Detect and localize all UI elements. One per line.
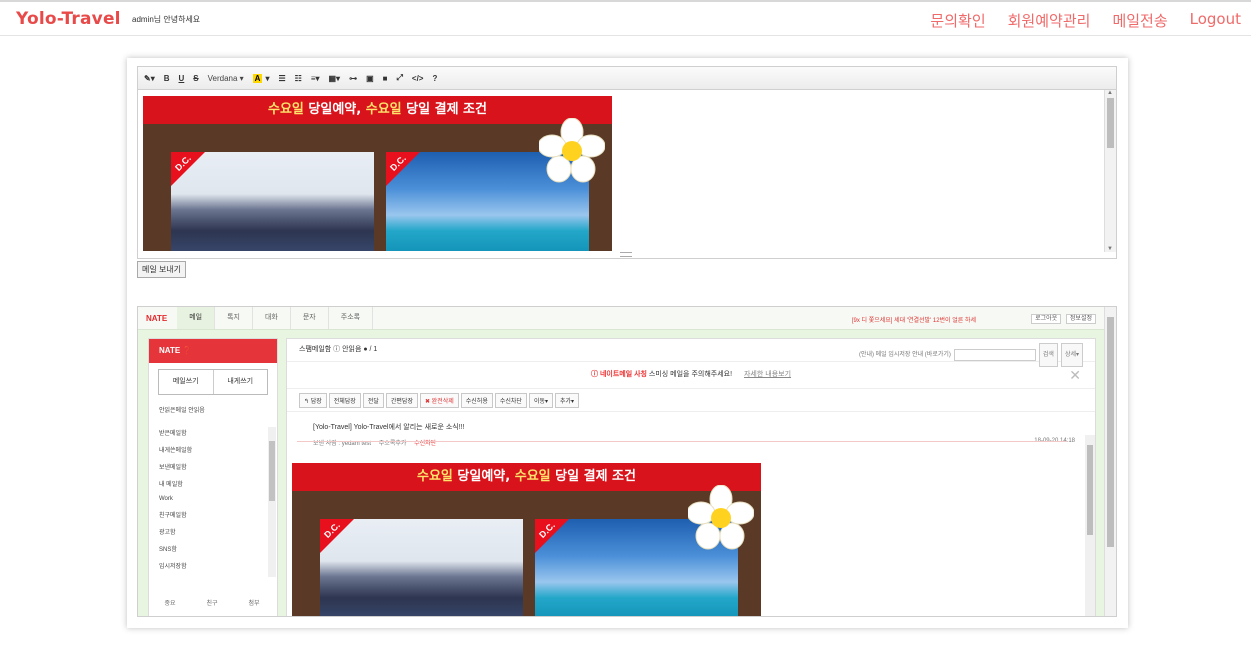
delete-button[interactable]: ✖ 완전삭제 — [419, 392, 459, 408]
webmail-preview: NATE 메일 톡지 대화 문자 주소록 [9x 디 쫓으세요] 세대 '연결선… — [137, 306, 1117, 617]
folder-sent[interactable]: 보낸메일함 — [149, 458, 277, 475]
editor-resize-handle[interactable] — [620, 252, 632, 257]
tab-contacts[interactable]: 주소록 — [329, 307, 374, 329]
nav-logout[interactable]: Logout — [1190, 10, 1241, 31]
search-input[interactable] — [953, 349, 1036, 361]
main-card: ✎▾ B U S Verdana ▾ A ▾ ☰ ☷ ≡▾ ▦▾ ⊶ ▣ ■ ⤢… — [127, 58, 1128, 628]
promo-text[interactable]: [9x 디 쫓으세요] 세대 '연결선발' 12번이 얼른 하세 — [852, 315, 976, 324]
sidebar-scrollbar[interactable] — [268, 427, 276, 577]
fullscreen-icon[interactable]: ⤢ — [396, 73, 402, 83]
align-icon[interactable]: ≡▾ — [311, 74, 320, 83]
webmail-scrollbar[interactable] — [1104, 307, 1116, 616]
folder-inbox[interactable]: 받은메일함 — [149, 424, 277, 441]
tab-chat[interactable]: 대화 — [253, 307, 291, 329]
sidebar-header: NATE ❓ — [149, 339, 277, 363]
close-icon[interactable]: ✕ — [1069, 362, 1081, 388]
table-icon[interactable]: ▦▾ — [329, 74, 341, 83]
webmail-body: NATE ❓ 메일쓰기 내게쓰기 안읽은메일 안읽음 받은메일함 내게쓴메일함 … — [138, 330, 1104, 616]
warning-details-link[interactable]: 자세한 내용보기 — [744, 371, 791, 378]
reply-all-button[interactable]: 전체답장 — [328, 392, 361, 408]
quick-reply-button[interactable]: 간편답장 — [385, 392, 418, 408]
webmail-sidebar: NATE ❓ 메일쓰기 내게쓰기 안읽은메일 안읽음 받은메일함 내게쓴메일함 … — [148, 338, 278, 616]
warning-icon: ⓘ — [590, 371, 600, 378]
reply-button[interactable]: ↰ 답장 — [299, 392, 327, 408]
strike-button[interactable]: S — [193, 74, 198, 83]
folder-title: 스팸메일함 ⓘ 안읽음 ● / 1 — [299, 346, 378, 353]
editor-content[interactable]: 수요일 당일예약, 수요일 당일 결제 조건 D.C. D.C. — [138, 90, 1104, 251]
mail-city-photo: D.C. — [320, 519, 523, 616]
filter-friends[interactable]: 친구 — [206, 598, 217, 607]
phishing-warning: ⓘ 네이트메일 사칭 스미싱 메일을 주의해주세요! 자세한 내용보기 ✕ — [287, 362, 1095, 389]
settings-mini-button[interactable]: 정보설정 — [1065, 314, 1096, 324]
folder-sns[interactable]: SNS함 — [149, 540, 277, 557]
flower-icon — [688, 485, 754, 550]
nav-send-mail[interactable]: 메일전송 — [1112, 10, 1167, 31]
flower-icon — [539, 118, 605, 183]
folder-ads[interactable]: 광고함 — [149, 523, 277, 540]
bold-button[interactable]: B — [164, 74, 170, 83]
folder-self[interactable]: 내게쓴메일함 — [149, 441, 277, 458]
mail-content: 스팸메일함 ⓘ 안읽음 ● / 1 (안내) 메일 임시저장 안내 (바로가기)… — [286, 338, 1096, 616]
mail-subject: [Yolo-Travel] Yolo-Travel에서 알리는 새로운 소식!!… — [313, 424, 465, 431]
top-nav: Yolo-Travel admin님 안녕하세요 문의확인 회원예약관리 메일전… — [0, 0, 1251, 36]
brand-logo[interactable]: Yolo-Travel — [16, 9, 121, 29]
video-icon[interactable]: ■ — [383, 74, 388, 83]
rich-text-editor: ✎▾ B U S Verdana ▾ A ▾ ☰ ☷ ≡▾ ▦▾ ⊶ ▣ ■ ⤢… — [137, 66, 1117, 259]
city-photo: D.C. — [171, 152, 374, 251]
tab-mail[interactable]: 메일 — [177, 307, 216, 329]
forward-button[interactable]: 전달 — [362, 392, 384, 408]
nav-menu: 문의확인 회원예약관리 메일전송 Logout — [908, 10, 1241, 31]
filter-attachment[interactable]: 첨부 — [248, 598, 259, 607]
filter-important[interactable]: 중요 — [164, 598, 175, 607]
link-icon[interactable]: ⊶ — [349, 74, 357, 83]
send-mail-button[interactable]: 메일 보내기 — [137, 261, 187, 278]
folder-friends[interactable]: 친구메일함 — [149, 506, 277, 523]
promo-banner-image: 수요일 당일예약, 수요일 당일 결제 조건 D.C. D.C. — [143, 96, 612, 251]
folder-drafts[interactable]: 임시저장함 — [149, 557, 277, 574]
image-icon[interactable]: ▣ — [366, 74, 374, 83]
ordered-list-icon[interactable]: ☷ — [295, 74, 302, 83]
add-button[interactable]: 추가▾ — [555, 392, 580, 408]
underline-button[interactable]: U — [179, 74, 185, 83]
unordered-list-icon[interactable]: ☰ — [278, 74, 285, 83]
font-color-dropdown[interactable]: ▾ — [265, 74, 269, 83]
editor-scrollbar[interactable]: ▲ ▼ — [1104, 90, 1116, 252]
code-view-icon[interactable]: </> — [412, 74, 424, 83]
mail-scrollbar[interactable] — [1085, 435, 1095, 616]
editor-toolbar: ✎▾ B U S Verdana ▾ A ▾ ☰ ☷ ≡▾ ▦▾ ⊶ ▣ ■ ⤢… — [138, 67, 1116, 90]
mail-sender-line: 보낸 사람 : yedam test 주소록추가 수신차단 18-09-20 1… — [313, 438, 1075, 447]
folder-work[interactable]: Work — [149, 492, 277, 506]
help-icon[interactable]: ? — [432, 74, 437, 83]
webmail-topbar: NATE 메일 톡지 대화 문자 주소록 [9x 디 쫓으세요] 세대 '연결선… — [138, 307, 1116, 330]
mail-banner-image: 수요일 당일예약, 수요일 당일 결제 조건 D.C. D.C. — [292, 463, 761, 616]
compose-button[interactable]: 메일쓰기 — [159, 370, 214, 394]
pen-icon[interactable]: ✎▾ — [144, 74, 155, 83]
scroll-down-icon[interactable]: ▼ — [1107, 246, 1113, 252]
mail-actions: ↰ 답장 전체답장 전달 간편답장 ✖ 완전삭제 수신허용 수신차단 이동▾ 추… — [287, 389, 1095, 412]
move-button[interactable]: 이동▾ — [528, 392, 554, 408]
greeting-text: admin님 안녕하세요 — [132, 15, 201, 24]
nate-logo[interactable]: NATE — [146, 314, 167, 323]
block-sender-button[interactable]: 수신차단 — [494, 392, 527, 408]
nav-reservations[interactable]: 회원예약관리 — [1008, 10, 1091, 31]
font-color-button[interactable]: A — [252, 73, 263, 83]
scroll-up-icon[interactable]: ▲ — [1107, 90, 1113, 96]
write-to-me-button[interactable]: 내게쓰기 — [214, 370, 268, 394]
allow-sender-button[interactable]: 수신허용 — [460, 392, 493, 408]
folder-my[interactable]: 내 메일함 — [149, 475, 277, 492]
tab-sms[interactable]: 문자 — [291, 307, 329, 329]
font-select[interactable]: Verdana ▾ — [208, 74, 244, 83]
unread-filter[interactable]: 안읽은메일 안읽음 — [149, 401, 277, 418]
logout-mini-button[interactable]: 로그아웃 — [1031, 314, 1062, 324]
nav-inquiry[interactable]: 문의확인 — [930, 10, 985, 31]
tab-note[interactable]: 톡지 — [215, 307, 253, 329]
